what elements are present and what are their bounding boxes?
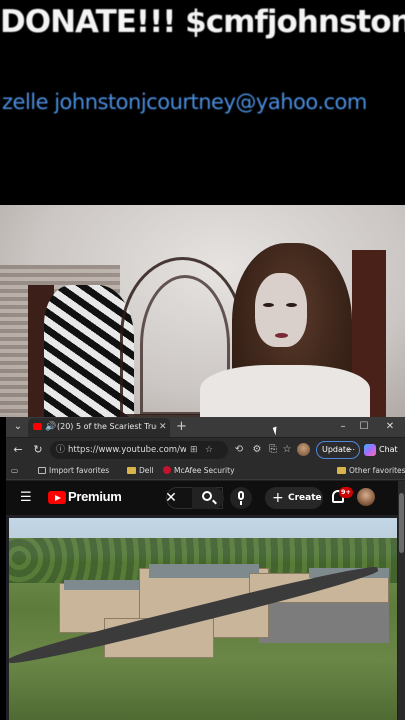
browser-toolbar: ← ↻ ⓘ https://www.youtube.com/wat... ⊞ ☆… bbox=[6, 438, 405, 462]
video-player[interactable] bbox=[9, 518, 397, 720]
refresh-icon[interactable]: ↻ bbox=[31, 442, 45, 458]
stream-overlay: DONATE!!! $cmfjohnston zelle johnstonjco… bbox=[0, 0, 405, 205]
maximize-icon[interactable]: ☐ bbox=[354, 419, 374, 435]
microphone-icon bbox=[238, 491, 244, 500]
site-info-icon[interactable]: ⓘ bbox=[56, 442, 65, 458]
fav-label: McAfee Security bbox=[174, 466, 235, 475]
browser-titlebar: ⌄ 🔊 (20) 5 of the Scariest True Sto ✕ + … bbox=[6, 417, 405, 437]
copilot-chat-button[interactable]: Chat bbox=[364, 441, 402, 459]
tab-list-icon[interactable]: ⌄ bbox=[9, 419, 27, 435]
menu-icon[interactable]: ☰ bbox=[20, 491, 32, 505]
mcafee-icon bbox=[163, 466, 171, 474]
app-available-icon[interactable]: ⊞ bbox=[190, 442, 198, 458]
chat-label: Chat bbox=[379, 445, 398, 454]
donate-text: DONATE!!! $cmfjohnston bbox=[0, 4, 405, 40]
fav-dell[interactable]: Dell bbox=[127, 463, 154, 479]
copilot-icon bbox=[364, 444, 376, 456]
youtube-logo-icon[interactable] bbox=[48, 491, 66, 504]
person-mouth bbox=[275, 333, 288, 338]
video-building-roof bbox=[149, 564, 259, 578]
folder-icon bbox=[337, 467, 346, 474]
page-scrollbar[interactable] bbox=[398, 481, 405, 720]
search-button[interactable] bbox=[192, 487, 224, 509]
fav-label: Other favorites bbox=[349, 466, 405, 475]
zelle-text: zelle johnstonjcourtney@yahoo.com bbox=[2, 90, 367, 114]
update-button[interactable]: Update ⋯ bbox=[316, 441, 360, 459]
youtube-favicon-icon bbox=[33, 423, 42, 430]
scrollbar-thumb[interactable] bbox=[399, 493, 404, 553]
address-url: https://www.youtube.com/wat... bbox=[68, 445, 186, 455]
microphone-stem bbox=[240, 501, 242, 505]
person-eye-left bbox=[263, 303, 274, 307]
clear-search-icon[interactable]: ✕ bbox=[164, 487, 178, 509]
extensions-icon[interactable]: ⚙ bbox=[250, 442, 264, 458]
create-button[interactable]: + Create bbox=[265, 487, 323, 509]
more-options-icon: ⋯ bbox=[347, 445, 355, 454]
speaker-icon[interactable]: 🔊 bbox=[45, 420, 56, 434]
video-building-roof bbox=[64, 580, 144, 590]
tab-youtube[interactable]: 🔊 (20) 5 of the Scariest True Sto ✕ bbox=[28, 418, 170, 437]
youtube-brand[interactable]: Premium bbox=[68, 489, 122, 505]
video-parking-lot bbox=[259, 603, 389, 643]
read-aloud-icon[interactable]: ⟲ bbox=[232, 442, 246, 458]
mouse-cursor-icon bbox=[272, 426, 280, 436]
tab-title: (20) 5 of the Scariest True Sto bbox=[57, 422, 157, 431]
fav-mcafee[interactable]: McAfee Security bbox=[163, 463, 235, 479]
new-tab-button[interactable]: + bbox=[176, 418, 187, 436]
favorite-star-icon[interactable]: ☆ bbox=[205, 442, 213, 458]
fav-label: Import favorites bbox=[49, 466, 110, 475]
person-eye-right bbox=[286, 303, 297, 307]
fav-label: Dell bbox=[139, 466, 154, 475]
minimize-icon[interactable]: – bbox=[333, 419, 353, 435]
address-bar[interactable]: ⓘ https://www.youtube.com/wat... ⊞ ☆ bbox=[50, 441, 228, 459]
youtube-header: ☰ Premium ✕ + Create 9+ bbox=[6, 481, 398, 515]
back-icon[interactable]: ← bbox=[11, 442, 25, 458]
create-label: Create bbox=[288, 493, 322, 503]
notification-badge: 9+ bbox=[339, 487, 353, 498]
favorites-bar-icon[interactable]: ▭ bbox=[11, 463, 18, 479]
profile-avatar[interactable] bbox=[297, 443, 310, 456]
tab-close-icon[interactable]: ✕ bbox=[159, 420, 167, 434]
folder-icon bbox=[127, 467, 136, 474]
person-shirt bbox=[200, 365, 370, 417]
import-icon bbox=[38, 467, 46, 474]
split-screen-icon[interactable]: ⎘ bbox=[266, 442, 280, 458]
favorites-icon[interactable]: ☆ bbox=[280, 442, 294, 458]
close-window-icon[interactable]: ✕ bbox=[380, 419, 400, 435]
plus-icon: + bbox=[272, 490, 284, 506]
fav-other-favorites[interactable]: Other favorites bbox=[337, 463, 405, 479]
fav-import-favorites[interactable]: Import favorites bbox=[38, 463, 109, 479]
webcam-feed bbox=[0, 205, 405, 417]
voice-search-button[interactable] bbox=[230, 487, 252, 509]
youtube-account-avatar[interactable] bbox=[357, 488, 375, 506]
favorites-bar: ▭ Import favorites Dell McAfee Security … bbox=[6, 462, 405, 480]
browser-window: ⌄ 🔊 (20) 5 of the Scariest True Sto ✕ + … bbox=[6, 417, 405, 720]
search-icon bbox=[202, 491, 212, 501]
